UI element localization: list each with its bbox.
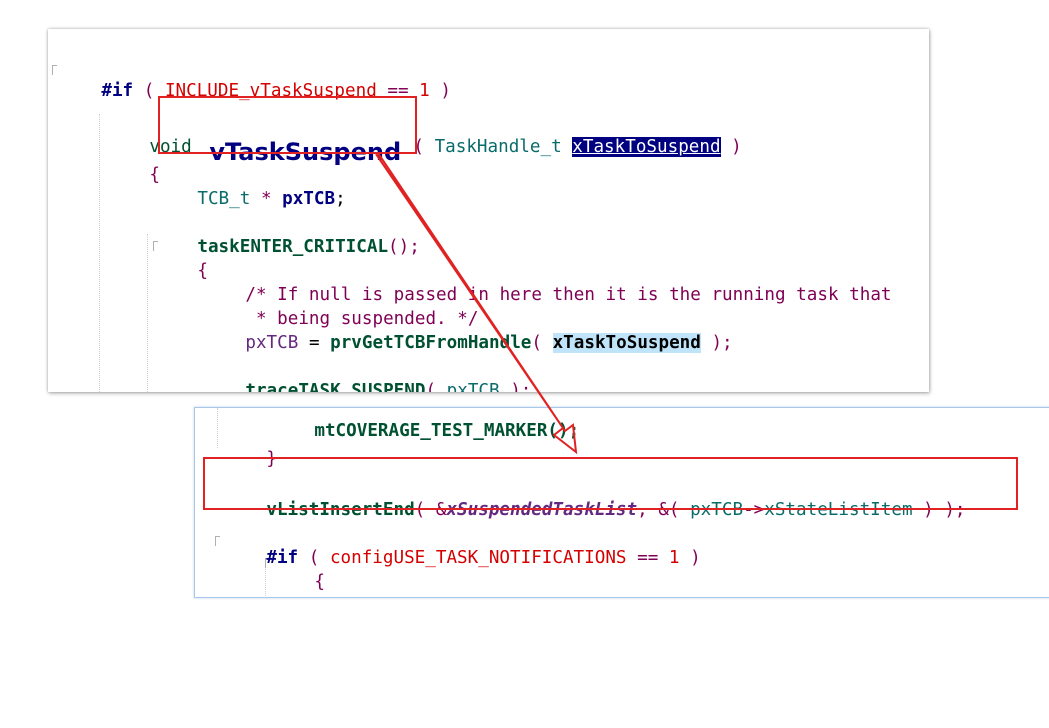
- annotation-arrow: [375, 152, 578, 455]
- arrow-outline: [375, 152, 578, 455]
